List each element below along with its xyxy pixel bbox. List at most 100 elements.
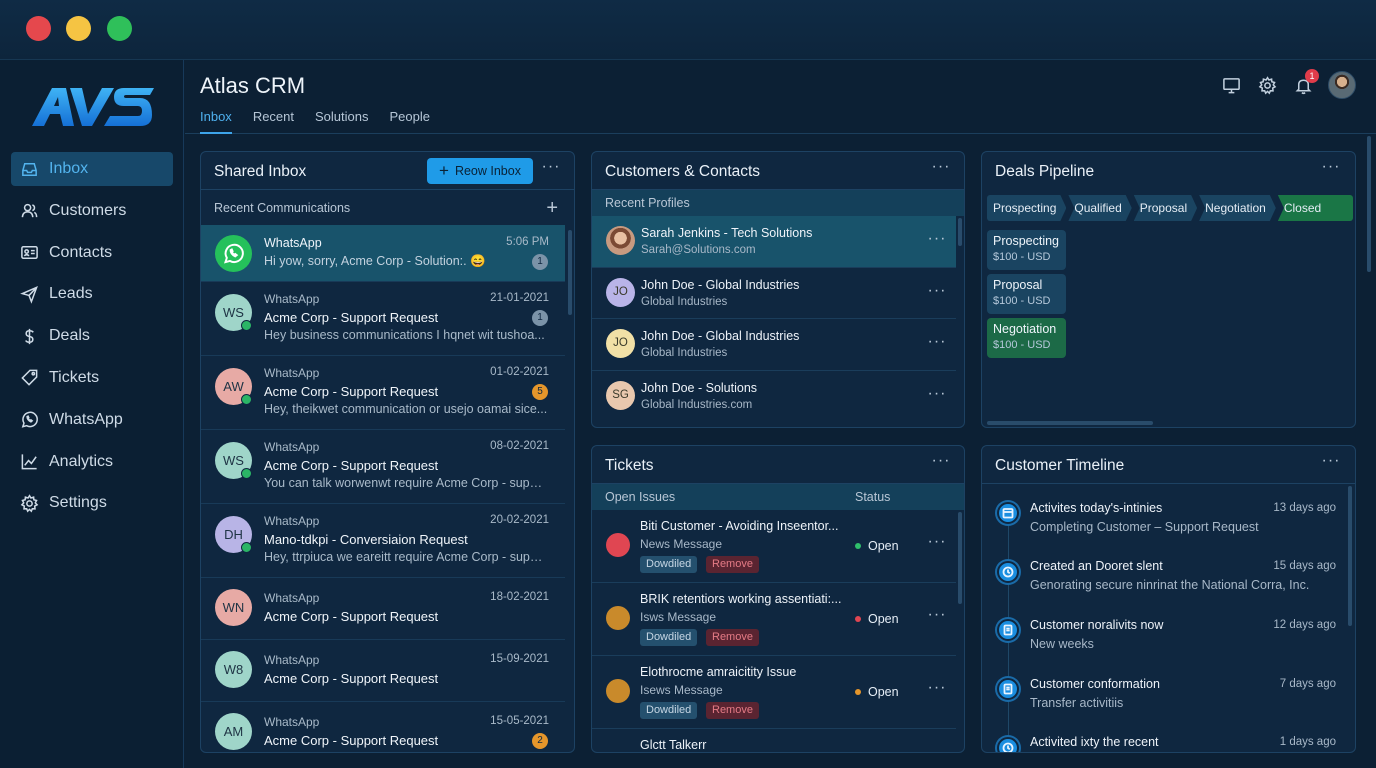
list-item[interactable]: AM WhatsApp Acme Corp - Support Request … [201,702,565,752]
tab-solutions[interactable]: Solutions [315,109,368,134]
more-options-icon[interactable]: ··· [926,334,948,354]
timeline-item[interactable]: Activited ixty the recent 1 days ago [982,732,1355,752]
list-item[interactable]: WS WhatsApp Acme Corp - Support Request … [201,430,565,504]
stage-qualified[interactable]: Qualified [1068,195,1131,221]
stage-closed-won[interactable]: Closed Won [1277,195,1353,221]
timeline-item[interactable]: Customer conformation Transfer activitii… [982,674,1355,732]
table-row[interactable]: BRIK retentiors working assentiati:... I… [592,583,956,656]
sidebar-item-contacts[interactable]: Contacts [11,236,173,270]
avatar [606,226,635,255]
avatar: SG [606,380,635,410]
list-item[interactable]: WS WhatsApp Acme Corp - Support Request … [201,282,565,356]
more-options-icon[interactable]: ··· [926,534,948,554]
deal-card[interactable]: Prospecting $100 - USD [987,230,1066,270]
bell-icon[interactable]: 1 [1290,69,1319,98]
remove-tag[interactable]: Remove [706,702,759,719]
sidebar-item-label: Contacts [49,243,113,261]
unread-count-badge: 1 [532,310,548,326]
sidebar-item-label: WhatsApp [49,410,123,428]
timeline-item[interactable]: Activites today's-intinies Completing Cu… [982,498,1355,556]
list-item[interactable]: WN WhatsApp Acme Corp - Support Request … [201,578,565,640]
more-options-icon[interactable]: ··· [926,385,948,406]
profile-list: Sarah Jenkins - Tech Solutions Sarah@Sol… [592,216,956,422]
timeline-time: 15 days ago [1273,560,1336,572]
scrollbar[interactable] [958,218,962,246]
monitor-icon[interactable] [1218,72,1244,98]
new-inbox-button[interactable]: + Reow Inbox [427,158,533,184]
page-scrollbar[interactable] [1367,136,1371,272]
avatar[interactable] [1328,71,1356,99]
more-options-icon[interactable]: ··· [926,231,948,251]
list-item[interactable]: AW WhatsApp Acme Corp - Support Request … [201,356,565,430]
list-item[interactable]: WhatsApp Hi yow, sorry, Acme Corp - Solu… [201,225,565,282]
tab-people[interactable]: People [390,109,430,134]
download-tag[interactable]: Dowdiled [640,702,698,719]
maximize-window-button[interactable] [107,16,132,41]
download-tag[interactable]: Dowdiled [640,556,698,573]
tab-inbox[interactable]: Inbox [200,109,232,134]
subheader: Recent Profiles [592,190,964,216]
timeline-time: 7 days ago [1279,678,1336,690]
subheader-label: Recent Communications [214,201,351,215]
deal-card[interactable]: Negotiation $100 - USD [987,318,1066,358]
profile-name: Sarah Jenkins - Tech Solutions [641,226,813,240]
minimize-window-button[interactable] [66,16,91,41]
panel-header: Customer Timeline ··· [982,446,1355,484]
list-item[interactable]: Sarah Jenkins - Tech Solutions Sarah@Sol… [592,216,956,268]
sidebar-item-deals[interactable]: Deals [11,319,173,353]
more-options-icon[interactable]: ··· [926,282,948,303]
list-item[interactable]: JO John Doe - Global Industries Global I… [592,319,956,371]
clock-icon [997,561,1019,583]
panel-header: Tickets ··· [592,446,964,484]
deal-card[interactable]: Proposal $100 - USD [987,274,1066,314]
remove-tag[interactable]: Remove [706,629,759,646]
avatar: JO [606,329,635,358]
column-header-issues: Open Issues [605,490,676,504]
more-options-icon[interactable]: ··· [540,159,562,179]
horizontal-scrollbar[interactable] [987,421,1153,425]
close-window-button[interactable] [26,16,51,41]
message-date: 15-09-2021 [490,653,549,665]
more-options-icon[interactable]: ··· [926,680,948,700]
more-options-icon[interactable]: ··· [1320,159,1342,179]
sidebar-item-label: Leads [49,285,93,303]
tab-recent[interactable]: Recent [253,109,294,134]
stage-prospecting[interactable]: Prospecting [987,195,1066,221]
list-item[interactable]: JO John Doe - Global Industries Global I… [592,268,956,319]
sidebar-item-tickets[interactable]: Tickets [11,361,173,395]
download-tag[interactable]: Dowdiled [640,629,698,646]
sidebar-item-inbox[interactable]: Inbox [11,152,173,186]
clock-icon [997,737,1019,752]
stage-proposal[interactable]: Proposal [1134,195,1197,221]
sidebar-item-leads[interactable]: Leads [11,277,173,311]
more-options-icon[interactable]: ··· [926,607,948,627]
sidebar-item-customers[interactable]: Customers [11,194,173,228]
more-options-icon[interactable]: ··· [930,159,952,179]
sidebar-item-whatsapp[interactable]: WhatsApp [11,403,173,437]
more-options-icon[interactable]: ··· [930,453,952,473]
list-item[interactable]: W8 WhatsApp Acme Corp - Support Request … [201,640,565,702]
whatsapp-badge-icon [241,320,252,331]
gear-icon[interactable] [1254,72,1280,98]
list-item[interactable]: DH WhatsApp Mano-tdkpi - Conversiaion Re… [201,504,565,578]
message-subject: Acme Corp - Support Request [264,671,439,686]
sidebar-item-settings[interactable]: Settings [11,486,173,520]
add-icon[interactable]: + [546,195,558,221]
table-row[interactable]: Elothrocme amraicitity Issue Isews Messa… [592,656,956,729]
scrollbar[interactable] [568,230,572,315]
customer-timeline-panel: Customer Timeline ··· Activites today's-… [981,445,1356,753]
timeline-item[interactable]: Customer noralivits now New weeks 12 day… [982,615,1355,673]
scrollbar[interactable] [958,512,962,604]
scrollbar[interactable] [1348,486,1352,626]
sidebar-item-analytics[interactable]: Analytics [11,445,173,479]
alert-icon [606,533,630,557]
timeline-item[interactable]: Created an Dooret slent Genorating secur… [982,556,1355,614]
remove-tag[interactable]: Remove [706,556,759,573]
list-item[interactable]: SG John Doe - Solutions Global Industrie… [592,371,956,423]
table-row[interactable]: Glctt Talkerr [592,729,956,752]
stage-negotiation[interactable]: Negotiation [1199,195,1276,221]
message-date: 21-01-2021 [490,292,549,304]
more-options-icon[interactable]: ··· [1320,453,1342,473]
table-row[interactable]: Biti Customer - Avoiding Inseentor... Ne… [592,510,956,583]
plus-icon: + [439,161,449,180]
